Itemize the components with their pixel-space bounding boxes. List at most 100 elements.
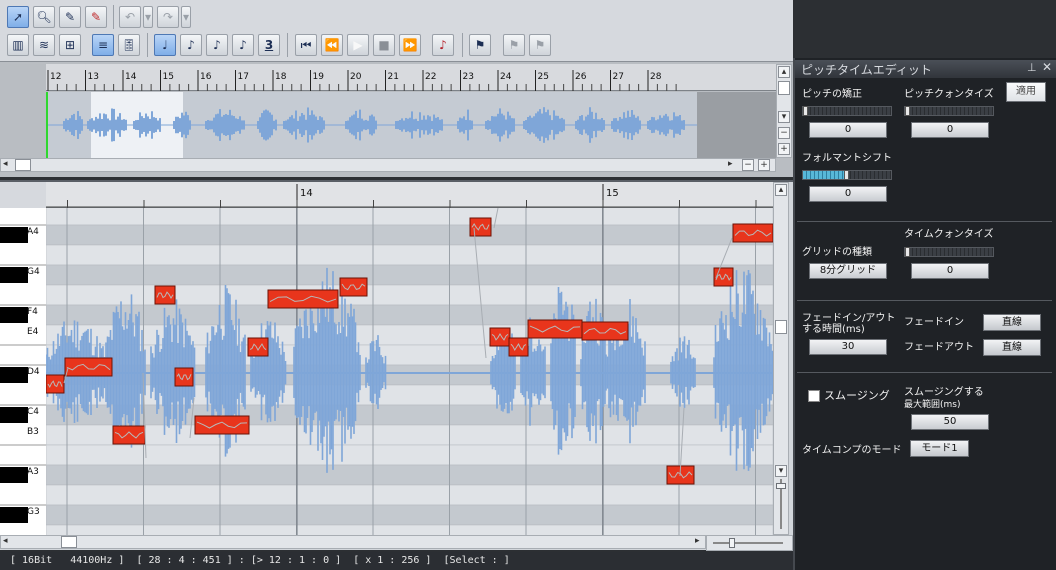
ruler-bar-label: 19 [313,72,325,82]
pin-icon[interactable]: ⊥ [1027,61,1037,74]
redo-dropdown[interactable]: ▾ [181,6,191,28]
pitch-note [194,415,250,435]
smoothing-label: スムージング [824,389,890,402]
h-zoom-in-icon[interactable]: + [758,159,770,171]
rewind-button[interactable]: ⏪ [321,34,343,56]
scroll-left-icon[interactable]: ◂ [3,159,8,169]
mixer-button[interactable]: 🎚︎ [118,34,140,56]
time-quantize-label: タイムクォンタイズ [904,229,994,240]
scroll-left-icon[interactable]: ◂ [3,536,8,546]
fade-in-label: フェードイン [904,317,964,328]
redo-button[interactable]: ↷ [157,6,179,28]
quantize-view-button[interactable]: ⊞ [59,34,81,56]
metronome-button[interactable]: ♪ [432,34,454,56]
fade-time-value[interactable]: 30 [809,339,887,355]
time-quantize-value[interactable]: 0 [911,263,989,279]
overview-vscroll-thumb[interactable] [778,81,790,95]
vertical-zoom-thumb[interactable] [776,483,786,489]
fast-forward-button[interactable]: ⏩ [399,34,421,56]
h-zoom-thumb[interactable] [729,538,735,548]
undo-button[interactable]: ↶ [119,6,141,28]
toolbar-separator [147,33,148,57]
editor-ruler[interactable]: 14 15 [46,182,773,208]
piano-black-key [0,507,28,523]
marker-next-button[interactable]: ⚑ [529,34,551,56]
time-quantize-slider[interactable] [904,247,994,257]
zoom-tool-button[interactable]: 🔍︎ [33,6,55,28]
piano-black-key [0,307,28,323]
formant-shift-fill [803,171,847,179]
stop-button[interactable]: ■ [373,34,395,56]
pitch-correction-slider[interactable] [802,106,892,116]
undo-dropdown[interactable]: ▾ [143,6,153,28]
go-start-button[interactable]: ⏮ [295,34,317,56]
overview-hscroll-thumb[interactable] [15,159,31,171]
pitch-note [64,357,113,377]
horizontal-zoom-slider[interactable] [706,535,793,551]
ruler-corner [0,182,46,208]
zoom-in-icon[interactable]: + [778,143,790,155]
scroll-down-icon[interactable]: ▾ [775,465,787,477]
slider-thumb[interactable] [905,106,910,116]
note-eighth-button[interactable]: ♪ [180,34,202,56]
panel-divider [797,221,1052,222]
scroll-right-icon[interactable]: ▸ [695,536,700,546]
overview-playhead[interactable] [46,92,48,158]
ruler-bar-label: 13 [88,72,99,82]
eraser-tool-button[interactable]: ✎ [85,6,107,28]
timecomp-mode-button[interactable]: モード1 [910,440,969,457]
slider-thumb[interactable] [905,247,910,257]
smoothing-max-label-1: スムージングする [904,387,984,398]
pitch-quantize-slider[interactable] [904,106,994,116]
editor-hscroll[interactable]: ◂ ▸ [0,535,706,549]
redo-icon: ↷ [162,10,174,24]
overview-hscroll[interactable]: ◂ ▸ − + [0,158,776,172]
formant-shift-value[interactable]: 0 [809,186,887,202]
fade-in-button[interactable]: 直線 [983,314,1041,331]
flag-prev-icon: ⚑ [508,38,520,52]
close-icon[interactable]: ✕ [1042,60,1052,74]
formant-shift-slider[interactable] [802,170,892,180]
marker-prev-button[interactable]: ⚑ [503,34,525,56]
select-tool-button[interactable]: ➚ [7,6,29,28]
piano-keyboard[interactable]: A4 G4 F4 E4 D4 C4 B3 A3 G3 [0,208,46,535]
note-thirtysecond-button[interactable]: ♪ [232,34,254,56]
zoom-out-icon[interactable]: − [778,127,790,139]
ruler-bar-label: 14 [300,188,313,199]
waveform-view-button[interactable]: ≡ [92,34,114,56]
apply-button[interactable]: 適用 [1006,82,1046,102]
smoothing-checkbox[interactable] [808,390,820,402]
editor-vscroll[interactable]: ▴ ▾ [773,182,789,535]
fade-out-button[interactable]: 直線 [983,339,1041,356]
scroll-up-icon[interactable]: ▴ [775,184,787,196]
editor-hscroll-thumb[interactable] [61,536,77,548]
pitch-view-button[interactable]: ≋ [33,34,55,56]
scroll-up-icon[interactable]: ▴ [778,66,790,78]
scroll-right-icon[interactable]: ▸ [728,159,733,169]
overview-vscroll[interactable]: ▴ ▾ − + [776,64,792,158]
grid-type-select[interactable]: 8分グリッド [809,263,887,279]
note-grid[interactable] [46,208,773,535]
piano-keys-svg: A4 G4 F4 E4 D4 C4 B3 A3 G3 [0,224,46,523]
ruler-bar-label: 14 [125,72,137,82]
note-quarter-button[interactable]: ♩ [154,34,176,56]
play-button[interactable]: ▶ [347,34,369,56]
scroll-down-icon[interactable]: ▾ [778,111,790,123]
overview-ruler[interactable]: 12 13 14 15 16 17 18 19 20 21 22 23 24 25 26 27 28 [46,64,776,91]
triplet-button[interactable]: 3 [258,34,280,56]
pencil-tool-button[interactable]: ✎ [59,6,81,28]
note-grid-svg [46,208,773,535]
panel-divider [797,372,1052,373]
h-zoom-out-icon[interactable]: − [742,159,754,171]
grid-type-label: グリッドの種類 [802,247,872,258]
smoothing-max-value[interactable]: 50 [911,414,989,430]
pitch-quantize-value[interactable]: 0 [911,122,989,138]
pitch-correction-value[interactable]: 0 [809,122,887,138]
slider-thumb[interactable] [803,106,808,116]
note-sixteenth-button[interactable]: ♪ [206,34,228,56]
marker-button[interactable]: ⚑ [469,34,491,56]
editor-vscroll-thumb[interactable] [775,320,787,334]
graph-view-button[interactable]: ▥ [7,34,29,56]
metronome-icon: ♪ [439,38,447,52]
slider-thumb[interactable] [844,170,849,180]
